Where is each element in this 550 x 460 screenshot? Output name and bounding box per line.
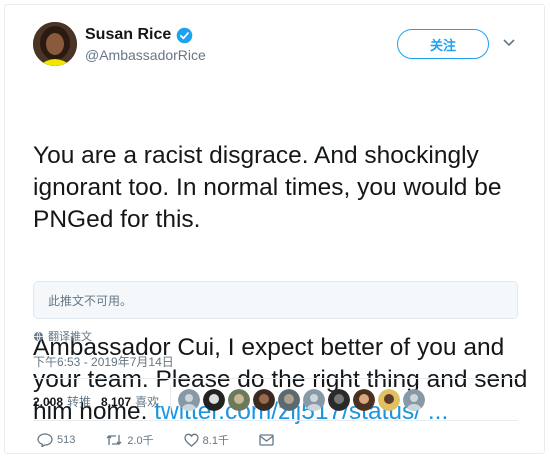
liker-avatar[interactable]	[178, 389, 200, 411]
liker-avatars	[178, 389, 428, 411]
liker-avatar[interactable]	[353, 389, 375, 411]
reply-button[interactable]: 513	[37, 433, 75, 447]
quoted-unavailable-text: 此推文不可用。	[48, 293, 133, 308]
follow-button[interactable]: 关注	[397, 29, 489, 59]
liker-avatar[interactable]	[303, 389, 325, 411]
chevron-down-icon[interactable]	[502, 38, 516, 48]
reply-count: 513	[57, 434, 76, 446]
heart-icon	[184, 433, 199, 447]
likes-stat[interactable]: 8,107 喜欢	[101, 393, 159, 410]
likes-label: 喜欢	[135, 395, 160, 409]
retweets-count: 2,008	[33, 395, 64, 409]
reply-icon	[37, 433, 53, 447]
liker-avatar[interactable]	[253, 389, 275, 411]
retweet-count: 2.0千	[127, 435, 154, 447]
liker-avatar[interactable]	[328, 389, 350, 411]
liker-avatar[interactable]	[378, 389, 400, 411]
liker-avatar[interactable]	[403, 389, 425, 411]
tweet-actions: 513 2.0千 8.1千	[37, 432, 308, 448]
liker-avatar[interactable]	[278, 389, 300, 411]
translate-tweet-link[interactable]: 翻译推文	[33, 328, 92, 344]
tweet-stats: 2,008 转推 8,107 喜欢	[33, 393, 159, 410]
user-handle[interactable]: @AmbassadorRice	[85, 47, 206, 63]
tweet-timestamp[interactable]: 下午6:53 - 2019年7月14日	[33, 353, 174, 370]
tweet-paragraph: You are a racist disgrace. And shockingl…	[33, 142, 502, 233]
retweets-stat[interactable]: 2,008 转推	[33, 393, 91, 410]
tweet-paragraph: Ambassador Cui, I expect better of you a…	[33, 332, 528, 428]
quoted-tweet-unavailable: 此推文不可用。	[33, 281, 518, 319]
divider	[170, 385, 171, 413]
retweet-icon	[106, 435, 122, 445]
profile-avatar[interactable]	[33, 22, 77, 66]
retweet-button[interactable]: 2.0千	[105, 432, 154, 448]
liker-avatar[interactable]	[203, 389, 225, 411]
message-button[interactable]	[259, 434, 278, 446]
verified-badge-icon	[176, 27, 193, 43]
like-button[interactable]: 8.1千	[184, 432, 229, 448]
translate-label: 翻译推文	[48, 331, 92, 343]
likes-count: 8,107	[101, 395, 132, 409]
divider	[33, 378, 518, 379]
envelope-icon	[259, 434, 274, 446]
divider	[33, 420, 518, 421]
like-count: 8.1千	[202, 435, 229, 447]
retweets-label: 转推	[67, 395, 92, 409]
globe-icon	[33, 331, 44, 342]
liker-avatar[interactable]	[228, 389, 250, 411]
user-name[interactable]: Susan Rice	[85, 26, 171, 44]
